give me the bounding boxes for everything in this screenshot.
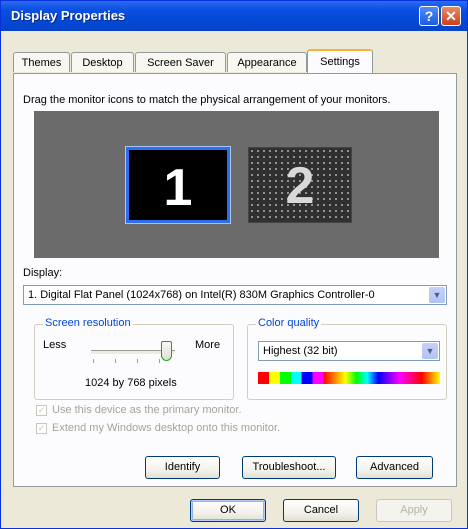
slider-tick bbox=[137, 359, 138, 363]
advanced-button[interactable]: Advanced bbox=[356, 456, 433, 479]
screen-resolution-title: Screen resolution bbox=[43, 317, 133, 329]
display-label: Display: bbox=[23, 267, 63, 279]
resolution-value: 1024 by 768 pixels bbox=[85, 377, 177, 389]
tab-appearance[interactable]: Appearance bbox=[227, 52, 307, 72]
slider-tick bbox=[115, 359, 116, 363]
troubleshoot-button[interactable]: Troubleshoot... bbox=[242, 456, 336, 479]
tab-settings[interactable]: Settings bbox=[307, 49, 373, 73]
instruction-text: Drag the monitor icons to match the phys… bbox=[23, 94, 391, 106]
ok-button[interactable]: OK bbox=[190, 499, 266, 522]
monitor-1-icon[interactable]: 1 bbox=[125, 146, 231, 224]
display-properties-window: Display Properties ? ✕ Themes Desktop Sc… bbox=[0, 0, 468, 529]
window-title: Display Properties bbox=[11, 8, 126, 23]
color-quality-group: Color quality Highest (32 bit) ▼ bbox=[247, 317, 447, 400]
tab-themes[interactable]: Themes bbox=[13, 52, 70, 72]
color-quality-title: Color quality bbox=[256, 317, 322, 329]
apply-button[interactable]: Apply bbox=[376, 499, 452, 522]
checkmark-icon[interactable]: ✓ bbox=[36, 405, 47, 416]
chevron-down-icon[interactable]: ▼ bbox=[422, 343, 438, 359]
slider-tick bbox=[93, 359, 94, 363]
chevron-down-icon[interactable]: ▼ bbox=[429, 287, 445, 303]
close-button[interactable]: ✕ bbox=[441, 6, 461, 26]
color-quality-value: Highest (32 bit) bbox=[263, 345, 338, 357]
slider-tick bbox=[159, 359, 160, 363]
title-bar[interactable]: Display Properties ? ✕ bbox=[1, 1, 467, 31]
identify-button[interactable]: Identify bbox=[145, 456, 220, 479]
display-select[interactable]: 1. Digital Flat Panel (1024x768) on Inte… bbox=[23, 285, 447, 305]
color-spectrum-bar bbox=[258, 372, 440, 384]
monitor-arrangement-area[interactable]: 1 2 bbox=[34, 111, 439, 258]
cancel-button[interactable]: Cancel bbox=[283, 499, 359, 522]
primary-monitor-label: Use this device as the primary monitor. bbox=[52, 404, 242, 416]
tab-screen-saver[interactable]: Screen Saver bbox=[135, 52, 226, 72]
less-label: Less bbox=[43, 339, 67, 351]
help-button[interactable]: ? bbox=[419, 6, 439, 26]
more-label: More bbox=[195, 339, 221, 351]
checkmark-icon[interactable]: ✓ bbox=[36, 423, 47, 434]
color-quality-select[interactable]: Highest (32 bit) ▼ bbox=[258, 341, 440, 361]
screen-resolution-group: Screen resolution Less More 1024 by 768 … bbox=[34, 317, 234, 400]
resolution-slider-thumb[interactable] bbox=[161, 341, 172, 361]
display-select-value: 1. Digital Flat Panel (1024x768) on Inte… bbox=[28, 289, 375, 301]
monitor-2-icon[interactable]: 2 bbox=[248, 147, 352, 223]
tab-desktop[interactable]: Desktop bbox=[71, 52, 134, 72]
extend-desktop-label: Extend my Windows desktop onto this moni… bbox=[52, 422, 281, 434]
